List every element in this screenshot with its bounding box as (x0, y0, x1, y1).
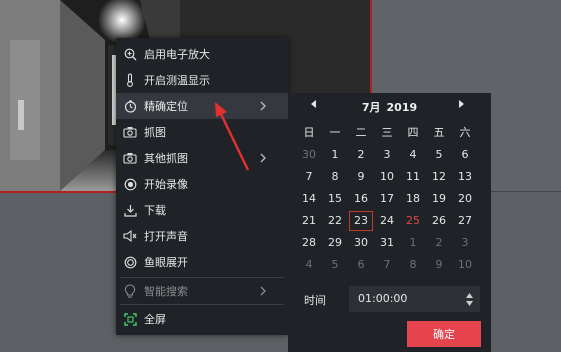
calendar-day[interactable]: 5 (427, 145, 451, 165)
calendar-day[interactable]: 4 (297, 255, 321, 275)
time-label: 时间 (304, 294, 326, 307)
menu-item-label: 抓图 (144, 126, 166, 139)
fullscreen-icon (123, 312, 137, 326)
calendar-day[interactable]: 21 (297, 211, 321, 231)
menu-item-open-audio[interactable]: 打开声音 (116, 223, 288, 249)
calendar-day[interactable]: 3 (453, 233, 477, 253)
weekday-header: 四 (407, 126, 419, 139)
calendar-day-selected[interactable]: 23 (349, 211, 373, 231)
calendar-day[interactable]: 10 (453, 255, 477, 275)
menu-item-other-snapshot[interactable]: 其他抓图 (116, 145, 288, 171)
calendar-day[interactable]: 12 (427, 167, 451, 187)
time-input[interactable]: 01:00:00 (349, 286, 480, 312)
calendar-day[interactable]: 7 (375, 255, 399, 275)
time-decrement-button[interactable] (466, 301, 473, 306)
time-increment-button[interactable] (466, 293, 473, 298)
menu-item-precise-locate[interactable]: 精确定位 (116, 93, 288, 119)
calendar-day[interactable]: 8 (401, 255, 425, 275)
weekday-header: 六 (459, 126, 471, 139)
calendar-day[interactable]: 29 (323, 233, 347, 253)
menu-item-download[interactable]: 下载 (116, 197, 288, 223)
calendar-day[interactable]: 31 (375, 233, 399, 253)
context-menu: 启用电子放大 开启测温显示 精确定位 抓图 其他抓图 开始录像 下载 打开声音 … (116, 38, 288, 335)
calendar-day[interactable]: 30 (349, 233, 373, 253)
menu-item-smart-search: 智能搜索 (116, 278, 288, 304)
time-value: 01:00:00 (358, 292, 408, 305)
weekday-header: 二 (355, 126, 367, 139)
calendar-day[interactable]: 15 (323, 189, 347, 209)
calendar-day[interactable]: 16 (349, 189, 373, 209)
zoom-in-icon (123, 47, 137, 61)
calendar-day[interactable]: 1 (323, 145, 347, 165)
menu-item-label: 下载 (144, 204, 166, 217)
calendar-day[interactable]: 2 (349, 145, 373, 165)
chevron-right-icon (260, 153, 266, 163)
record-icon (123, 177, 137, 191)
confirm-button[interactable]: 确定 (407, 321, 481, 347)
calendar-day[interactable]: 5 (323, 255, 347, 275)
menu-item-label: 智能搜索 (144, 285, 188, 298)
weekday-header: 五 (433, 126, 445, 139)
calendar-day[interactable]: 9 (349, 167, 373, 187)
thermometer-icon (123, 73, 137, 87)
chevron-right-icon (260, 286, 266, 296)
calendar-day[interactable]: 7 (297, 167, 321, 187)
next-month-button[interactable] (456, 99, 466, 109)
calendar-day[interactable]: 24 (375, 211, 399, 231)
calendar-day[interactable]: 19 (427, 189, 451, 209)
calendar-day[interactable]: 8 (323, 167, 347, 187)
date-picker: 7月 2019 日一二三四五六 30 1 2 3 4 5 6 7 8 9 10 11 12 13 14 15 16 1… (288, 93, 491, 352)
calendar-day[interactable]: 26 (427, 211, 451, 231)
menu-item-temperature[interactable]: 开启测温显示 (116, 67, 288, 93)
weekday-header: 一 (329, 126, 341, 139)
lightbulb-icon (123, 284, 137, 298)
calendar-day[interactable]: 30 (297, 145, 321, 165)
calendar-day[interactable]: 11 (401, 167, 425, 187)
download-icon (123, 203, 137, 217)
month-label: 7月 (361, 101, 381, 114)
menu-item-snapshot[interactable]: 抓图 (116, 119, 288, 145)
menu-item-label: 精确定位 (144, 100, 188, 113)
calendar-day[interactable]: 6 (453, 145, 477, 165)
calendar-day[interactable]: 13 (453, 167, 477, 187)
camera-icon (123, 125, 137, 139)
year-label: 2019 (386, 101, 418, 114)
calendar-day[interactable]: 20 (453, 189, 477, 209)
calendar-day[interactable]: 9 (427, 255, 451, 275)
weekday-header: 日 (303, 126, 315, 139)
calendar-day[interactable]: 4 (401, 145, 425, 165)
calendar-day[interactable]: 17 (375, 189, 399, 209)
menu-item-digital-zoom[interactable]: 启用电子放大 (116, 41, 288, 67)
calendar-day[interactable]: 10 (375, 167, 399, 187)
calendar-day[interactable]: 18 (401, 189, 425, 209)
calendar-day[interactable]: 3 (375, 145, 399, 165)
calendar-day[interactable]: 22 (323, 211, 347, 231)
camera-icon (123, 151, 137, 165)
calendar-day[interactable]: 28 (297, 233, 321, 253)
menu-item-label: 鱼眼展开 (144, 256, 188, 269)
menu-item-fullscreen[interactable]: 全屏 (116, 306, 288, 332)
annotation-arrow-icon (215, 102, 250, 171)
calendar-day-today[interactable]: 25 (401, 211, 425, 231)
calendar-day[interactable]: 1 (401, 233, 425, 253)
menu-item-label: 开始录像 (144, 178, 188, 191)
menu-item-label: 全屏 (144, 313, 166, 326)
menu-item-start-recording[interactable]: 开始录像 (116, 171, 288, 197)
calendar-day[interactable]: 6 (349, 255, 373, 275)
calendar-day[interactable]: 27 (453, 211, 477, 231)
calendar-day[interactable]: 14 (297, 189, 321, 209)
weekday-header: 三 (381, 126, 393, 139)
clock-icon (123, 99, 137, 113)
menu-item-label: 打开声音 (144, 230, 188, 243)
menu-item-fisheye-expand[interactable]: 鱼眼展开 (116, 249, 288, 275)
calendar-day[interactable]: 2 (427, 233, 451, 253)
menu-item-label: 其他抓图 (144, 152, 188, 165)
menu-divider (120, 304, 284, 305)
chevron-right-icon (260, 101, 266, 111)
fisheye-icon (123, 255, 137, 269)
speaker-icon (123, 229, 137, 243)
menu-item-label: 启用电子放大 (144, 48, 210, 61)
menu-item-label: 开启测温显示 (144, 74, 210, 87)
